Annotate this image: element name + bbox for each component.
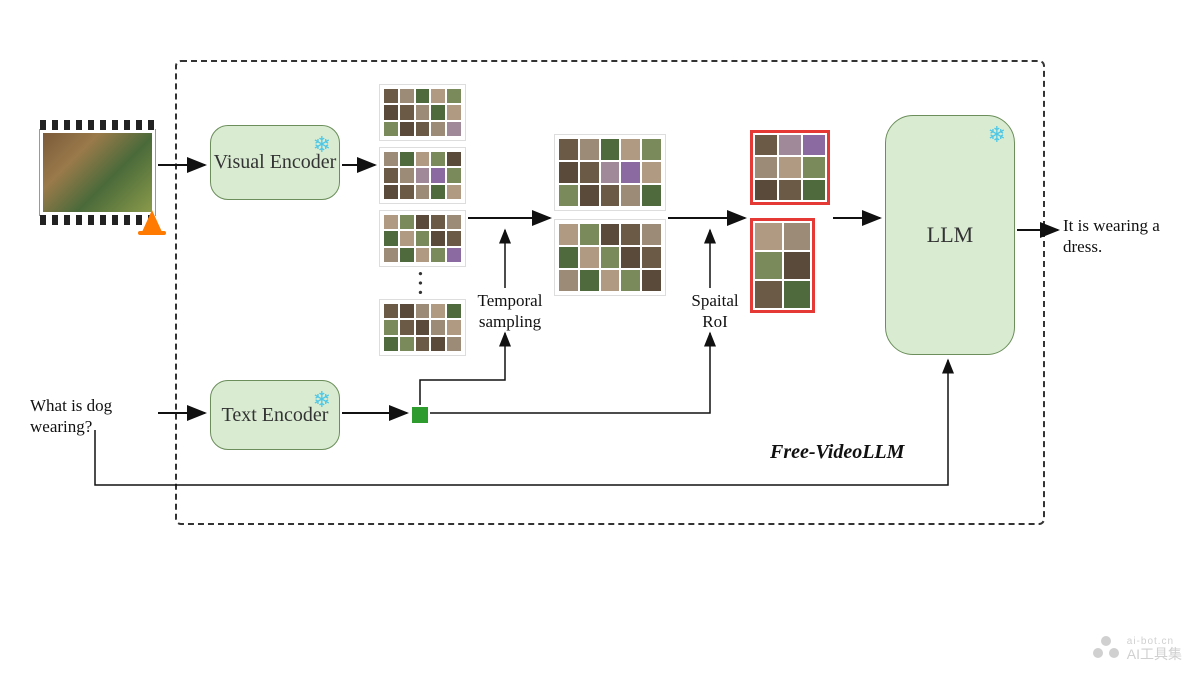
watermark-brand: AI工具集	[1127, 646, 1182, 662]
llm-block: ❄ LLM	[885, 115, 1015, 355]
frame-patches-1	[380, 85, 465, 140]
text-token	[412, 407, 428, 423]
filmstrip-decor	[40, 120, 155, 130]
frame-patches-2	[380, 148, 465, 203]
filmstrip-decor	[40, 215, 155, 225]
output-text: It is wearing a dress.	[1063, 215, 1183, 258]
snowflake-icon: ❄	[313, 387, 331, 413]
text-encoder-block: ❄ Text Encoder	[210, 380, 340, 450]
frame-patches-n	[380, 300, 465, 355]
vlc-icon	[142, 210, 162, 232]
roi-frame-1	[750, 130, 830, 205]
watermark: ai-bot.cn AI工具集	[1093, 637, 1182, 661]
snowflake-icon: ❄	[988, 122, 1006, 148]
spatial-roi-label: Spaital RoI	[680, 290, 750, 333]
system-name: Free-VideoLLM	[770, 440, 904, 465]
frame-patches-3	[380, 211, 465, 266]
ellipsis-icon: …	[411, 269, 443, 299]
video-input-thumbnail	[40, 130, 155, 215]
roi-frame-2	[750, 218, 815, 313]
question-text: What is dog wearing?	[30, 395, 160, 438]
sampled-frame-1	[555, 135, 665, 210]
llm-label: LLM	[927, 222, 973, 248]
diagram-canvas: What is dog wearing? ❄ Visual Encoder ❄ …	[0, 0, 1200, 675]
visual-encoder-block: ❄ Visual Encoder	[210, 125, 340, 200]
watermark-logo-icon	[1093, 640, 1119, 658]
temporal-sampling-label: Temporal sampling	[465, 290, 555, 333]
sampled-frame-2	[555, 220, 665, 295]
snowflake-icon: ❄	[313, 132, 331, 158]
